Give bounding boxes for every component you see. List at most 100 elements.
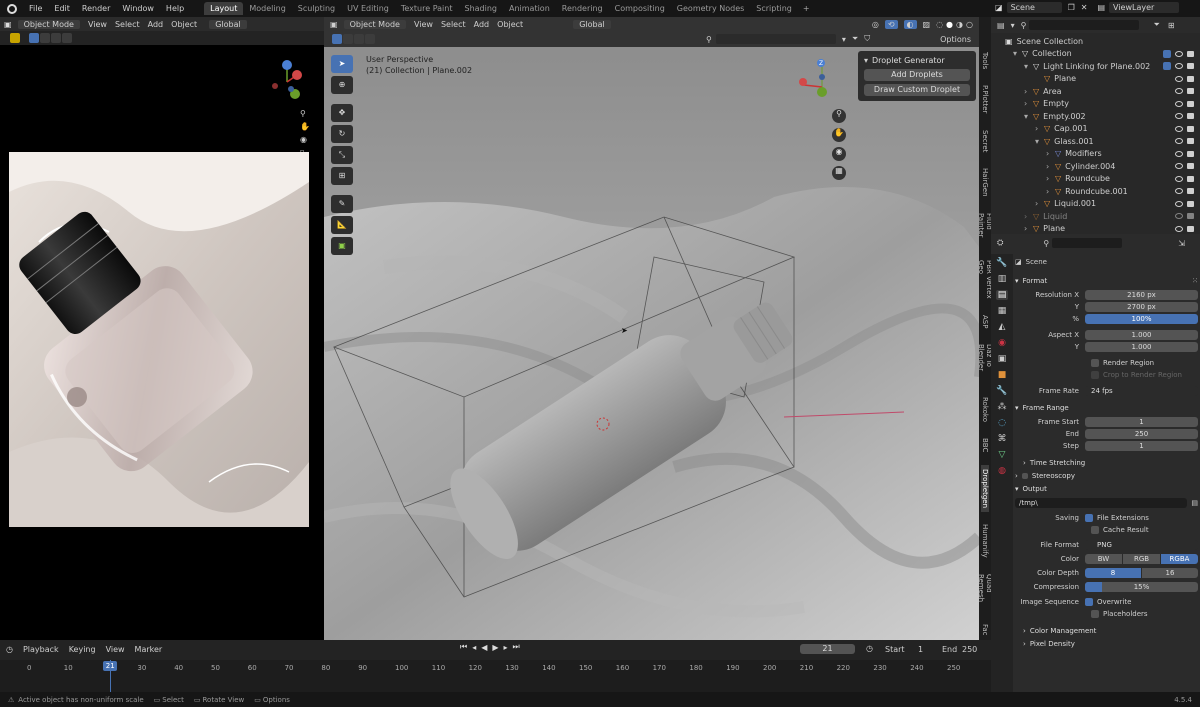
outliner-display-icon[interactable]: ▾ [1011, 21, 1015, 30]
editor-type-icon[interactable]: ▣ [4, 20, 12, 29]
disclosure-icon[interactable]: › [1024, 212, 1033, 221]
frame-start-field[interactable]: 1 [1085, 417, 1198, 427]
move-tool-icon[interactable]: ✥ [331, 104, 353, 122]
draw-custom-droplet-button[interactable]: Draw Custom Droplet [864, 84, 970, 96]
pan-hand-icon[interactable]: ✋ [300, 122, 310, 131]
camera-view-icon[interactable]: ◉ [300, 135, 310, 144]
render-camera-icon[interactable] [1187, 75, 1194, 82]
crop-region-checkbox[interactable] [1091, 371, 1099, 379]
sidebar-tab-tools[interactable]: Tools [981, 48, 989, 73]
render-camera-icon[interactable] [1187, 138, 1194, 145]
sidebar-tab-hairgen[interactable]: HairGen [981, 164, 989, 201]
view-layer-name[interactable]: ViewLayer [1109, 2, 1179, 13]
droplet-collapse-icon[interactable]: ▾ [864, 56, 868, 65]
disclosure-icon[interactable]: ▾ [1035, 137, 1044, 146]
workspace-tab-rendering[interactable]: Rendering [556, 2, 609, 15]
vp-select-mode-subtract-icon[interactable] [354, 34, 364, 44]
outliner-item[interactable]: › ▽ Cylinder.004 [991, 160, 1200, 173]
menu-window[interactable]: Window [116, 4, 160, 13]
render-camera-icon[interactable] [1187, 188, 1194, 195]
left-menu-select[interactable]: Select [115, 20, 140, 29]
sidebar-tab-p-plotter[interactable]: P.Plotter [981, 81, 989, 117]
options-button[interactable]: Options [940, 35, 971, 44]
transform-orientation[interactable]: Global [209, 19, 247, 29]
outliner-search-field[interactable] [1029, 20, 1140, 30]
visibility-eye-icon[interactable] [1175, 225, 1183, 232]
select-tool-icon[interactable] [10, 33, 20, 43]
shading-wireframe-icon[interactable]: ◌ [936, 20, 943, 29]
vp-shield-icon[interactable]: ⛉ [864, 34, 870, 44]
object-tab-icon[interactable]: ■ [998, 370, 1007, 380]
viewport-editor-type-icon[interactable]: ▣ [330, 20, 338, 29]
disclosure-icon[interactable]: ▾ [1024, 112, 1033, 121]
vp-search-icon[interactable]: ⚲ [706, 35, 712, 44]
outliner-filter-icon[interactable]: ⏷ [1153, 20, 1159, 30]
vp-zoom-icon[interactable]: ⚲ [832, 109, 846, 123]
add-droplets-button[interactable]: Add Droplets [864, 69, 970, 81]
visibility-eye-icon[interactable] [1175, 75, 1183, 82]
shading-rendered-icon[interactable]: ○ [966, 20, 973, 29]
menu-render[interactable]: Render [76, 4, 116, 13]
outliner-search-icon[interactable]: ⚲ [1021, 21, 1027, 30]
xray-toggle-icon[interactable]: ▨ [923, 20, 931, 29]
cache-result-checkbox[interactable] [1091, 526, 1099, 534]
outliner-item[interactable]: › ▽ Roundcube.001 [991, 185, 1200, 198]
timeline-menu-playback[interactable]: Playback [23, 645, 59, 654]
vp-select-mode-new-icon[interactable] [332, 34, 342, 44]
outliner-item[interactable]: › ▽ Liquid.001 [991, 198, 1200, 211]
placeholders-checkbox[interactable] [1091, 610, 1099, 618]
workspace-tab-shading[interactable]: Shading [458, 2, 503, 15]
viewport-visibility-icon[interactable]: ◎ [872, 20, 879, 29]
viewport[interactable]: ▣ Object Mode View Select Add Object Glo… [324, 17, 979, 640]
view-layer-tab-icon[interactable]: ▦ [998, 306, 1007, 316]
workspace-tab-uv-editing[interactable]: UV Editing [341, 2, 395, 15]
overlay-toggle-icon[interactable]: ◐ [903, 19, 917, 29]
vp-search-field[interactable] [715, 34, 836, 44]
select-mode-invert-icon[interactable] [62, 33, 72, 43]
outliner-item[interactable]: ▾ ▽ Empty.002 [991, 110, 1200, 123]
visibility-eye-icon[interactable] [1175, 125, 1183, 132]
left-menu-view[interactable]: View [88, 20, 107, 29]
workspace-tab-compositing[interactable]: Compositing [609, 2, 671, 15]
aspect-y-field[interactable]: 1.000 [1085, 342, 1198, 352]
outliner-item[interactable]: › ▽ Area [991, 85, 1200, 98]
exclude-checkbox[interactable] [1163, 62, 1171, 71]
sidebar-tab-asp[interactable]: ASP [981, 311, 989, 332]
disclosure-icon[interactable]: › [1024, 224, 1033, 233]
modifier-tab-icon[interactable]: 🔧 [996, 386, 1007, 396]
scale-tool-icon[interactable]: ⤡ [331, 146, 353, 164]
mode-selector[interactable]: Object Mode [17, 19, 80, 29]
render-camera-icon[interactable] [1187, 213, 1194, 220]
outliner-item[interactable]: ▾ ▽ Collection [991, 48, 1200, 61]
gizmo-toggle-icon[interactable]: ⟲ [884, 19, 898, 29]
workspace-tab-geometry-nodes[interactable]: Geometry Nodes [671, 2, 750, 15]
disclosure-icon[interactable]: › [1035, 199, 1044, 208]
color-rgb-button[interactable]: RGB [1123, 554, 1160, 564]
frame-range-panel-header[interactable]: ▾ Frame Range [1015, 401, 1198, 414]
left-menu-add[interactable]: Add [148, 20, 164, 29]
render-camera-icon[interactable] [1187, 163, 1194, 170]
select-mode-extend-icon[interactable] [40, 33, 50, 43]
viewport-menu-view[interactable]: View [414, 20, 433, 29]
jump-start-icon[interactable]: ⏮ [460, 642, 467, 652]
zoom-icon[interactable]: ⚲ [300, 109, 310, 118]
shading-material-icon[interactable]: ◑ [956, 20, 963, 29]
sidebar-tab-dropletgen[interactable]: Dropletgen [981, 464, 989, 512]
select-mode-new-icon[interactable] [29, 33, 39, 43]
particles-tab-icon[interactable]: ⁂ [998, 402, 1007, 412]
add-workspace-button[interactable]: + [798, 4, 815, 13]
prev-keyframe-icon[interactable]: ◂ [472, 643, 476, 652]
sidebar-tab-fac[interactable]: Fac [981, 620, 989, 640]
stereoscopy-panel-header[interactable]: › Stereoscopy [1015, 469, 1198, 482]
sidebar-tab-bbc[interactable]: BBC [981, 434, 989, 456]
time-stretching-panel-header[interactable]: › Time Stretching [1015, 456, 1198, 469]
resolution-pct-field[interactable]: 100% [1085, 314, 1198, 324]
viewport-mode-selector[interactable]: Object Mode [343, 19, 406, 29]
playhead-marker[interactable]: 21 [103, 661, 118, 671]
menu-edit[interactable]: Edit [48, 4, 76, 13]
overwrite-checkbox[interactable] [1085, 598, 1093, 606]
vp-pan-icon[interactable]: ✋ [832, 128, 846, 142]
annotate-tool-icon[interactable]: ✎ [331, 195, 353, 213]
color-management-panel-header[interactable]: › Color Management [1015, 624, 1198, 637]
next-keyframe-icon[interactable]: ▸ [504, 643, 508, 652]
